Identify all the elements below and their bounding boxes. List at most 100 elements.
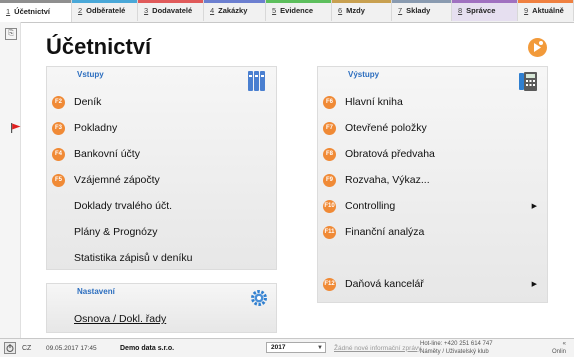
menu-item-label: Daňová kancelář — [345, 278, 424, 290]
page-title: Účetnictví — [46, 34, 152, 59]
shortcut-badge: F11 — [323, 225, 336, 239]
menu-item-osnova-dokl-rady[interactable]: Osnova / Dokl. řady — [47, 309, 276, 329]
tab-mzdy[interactable]: 6 Mzdy — [332, 0, 392, 21]
shortcut-badge: F8 — [323, 147, 336, 161]
tab-color-bar — [452, 0, 517, 3]
binders-icon — [248, 71, 265, 91]
tab-color-bar — [0, 0, 71, 3]
menu-item-obratova-predvaha[interactable]: F8 Obratová předvaha — [318, 144, 547, 164]
menu-item-label: Obratová předvaha — [345, 148, 435, 160]
menu-item-doklady-trvaleho-uct[interactable]: Doklady trvalého účt. — [47, 196, 276, 216]
menu-item-rozvaha-vykaz[interactable]: F9 Rozvaha, Výkaz... — [318, 170, 547, 190]
year-select[interactable]: 2017 ▼ — [266, 342, 326, 353]
tab-evidence[interactable]: 5 Evidence — [266, 0, 332, 21]
tab-label: Odběratelé — [86, 6, 126, 15]
menu-item-label: Plány & Prognózy — [74, 226, 158, 238]
menu-item-label: Finanční analýza — [345, 226, 425, 238]
tab-spravce[interactable]: 8 Správce — [452, 0, 518, 21]
app-logo-icon[interactable] — [528, 38, 547, 57]
tab-number: 1 — [6, 6, 11, 16]
nastaveni-header: Nastavení — [77, 287, 115, 296]
shortcut-badge: F6 — [323, 95, 336, 109]
gear-icon — [251, 290, 267, 306]
menu-item-statistika-zapisu[interactable]: Statistika zápisů v deníku — [47, 248, 276, 268]
tab-number: 9 — [524, 6, 529, 15]
shortcut-badge: F3 — [52, 121, 65, 135]
tab-label: Zakázky — [218, 6, 248, 15]
company-name[interactable]: Demo data s.r.o. — [120, 339, 174, 357]
menu-item-danova-kancelar[interactable]: F12 Daňová kancelář ▶ — [318, 274, 547, 294]
red-flag-icon — [11, 123, 21, 133]
menu-item-label: Controlling — [345, 200, 396, 212]
shortcut-badge: F12 — [323, 277, 336, 291]
hotline-info[interactable]: Hot-line: +420 251 614 747 Náměty / Uživ… — [420, 340, 493, 356]
menu-item-otevrene-polozky[interactable]: F7 Otevřené položky — [318, 118, 547, 138]
tab-label: Správce — [466, 6, 496, 15]
menu-item-label: Pokladny — [74, 122, 118, 134]
power-icon[interactable] — [4, 339, 16, 357]
tab-dodavatele[interactable]: 3 Dodavatelé — [138, 0, 204, 21]
menu-item-vzajemne-zapocty[interactable]: F5 Vzájemné zápočty — [47, 170, 276, 190]
date-time: 09.05.2017 17:45 — [46, 344, 97, 352]
tab-number: 4 — [210, 6, 215, 15]
submenu-arrow-icon: ▶ — [531, 203, 537, 210]
shortcut-badge: F5 — [52, 173, 65, 187]
menu-item-label: Rozvaha, Výkaz... — [345, 174, 430, 186]
shortcut-badge: F9 — [323, 173, 336, 187]
tab-ucetnictvi[interactable]: 1 Účetnictví — [0, 0, 72, 22]
tab-number: 2 — [78, 6, 83, 15]
menu-item-denik[interactable]: F2 Deník — [47, 92, 276, 112]
status-bar: CZ 09.05.2017 17:45 Demo data s.r.o. 201… — [0, 338, 574, 357]
tab-color-bar — [392, 0, 451, 3]
collapse-arrow-icon[interactable]: « — [552, 340, 574, 348]
tab-color-bar — [332, 0, 391, 3]
nastaveni-panel: Nastavení Osnova / Dokl. řady — [46, 283, 277, 333]
menu-item-label: Hlavní kniha — [345, 96, 403, 108]
left-side-strip — [0, 22, 21, 338]
tab-sklady[interactable]: 7 Sklady — [392, 0, 452, 21]
tab-zakazky[interactable]: 4 Zakázky — [204, 0, 266, 21]
messages-link[interactable]: Žádné nové informační zprávy — [334, 339, 421, 357]
tab-number: 5 — [272, 6, 277, 15]
tab-odberatele[interactable]: 2 Odběratelé — [72, 0, 138, 21]
hotline-text: Hot-line: +420 251 614 747 — [420, 341, 493, 347]
tab-label: Evidence — [280, 6, 314, 15]
language-indicator[interactable]: CZ — [22, 339, 31, 357]
calculator-icon — [519, 72, 537, 91]
menu-item-label: Bankovní účty — [74, 148, 140, 160]
document-icon[interactable]: ⎘ — [5, 28, 17, 40]
menu-item-label: Doklady trvalého účt. — [74, 200, 173, 212]
vstupy-header: Vstupy — [77, 70, 104, 79]
menu-item-plany-prognozy[interactable]: Plány & Prognózy — [47, 222, 276, 242]
submenu-arrow-icon: ▶ — [531, 281, 537, 288]
shortcut-badge: F7 — [323, 121, 336, 135]
menu-item-pokladny[interactable]: F3 Pokladny — [47, 118, 276, 138]
tab-label: Aktuálně — [532, 6, 564, 15]
tab-number: 3 — [144, 6, 149, 15]
tab-number: 7 — [398, 6, 403, 15]
tab-label: Dodavatelé — [152, 6, 193, 15]
tab-label: Mzdy — [346, 6, 365, 15]
chevron-down-icon: ▼ — [317, 344, 323, 351]
online-status: « Onlin — [552, 340, 574, 356]
module-tab-bar: 1 Účetnictví 2 Odběratelé 3 Dodavatelé 4 Zak… — [0, 0, 574, 23]
shortcut-badge: F2 — [52, 95, 65, 109]
online-text: Onlin — [552, 349, 567, 355]
vystupy-header: Výstupy — [348, 70, 380, 79]
menu-item-label: Deník — [74, 96, 102, 108]
user-club-link[interactable]: Náměty / Uživatelský klub — [420, 348, 493, 356]
tab-label: Sklady — [406, 6, 431, 15]
menu-item-bankovni-ucty[interactable]: F4 Bankovní účty — [47, 144, 276, 164]
tab-number: 6 — [338, 6, 343, 15]
menu-item-hlavni-kniha[interactable]: F6 Hlavní kniha — [318, 92, 547, 112]
tab-color-bar — [72, 0, 137, 3]
menu-item-controlling[interactable]: F10 Controlling ▶ — [318, 196, 547, 216]
tab-aktualne[interactable]: 9 Aktuálně — [518, 0, 574, 21]
tab-color-bar — [518, 0, 573, 3]
tab-color-bar — [266, 0, 331, 3]
tab-color-bar — [204, 0, 265, 3]
tab-number: 8 — [458, 6, 463, 15]
menu-item-label: Otevřené položky — [345, 122, 427, 134]
menu-item-label: Statistika zápisů v deníku — [74, 252, 193, 264]
menu-item-financni-analyza[interactable]: F11 Finanční analýza — [318, 222, 547, 242]
